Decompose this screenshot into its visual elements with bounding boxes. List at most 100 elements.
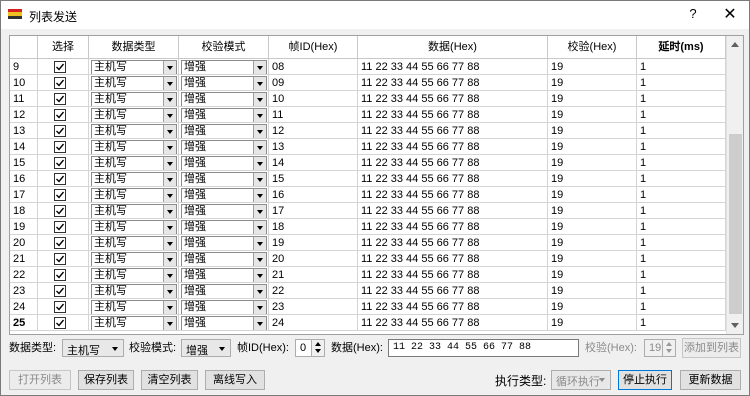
- chevron-down-icon[interactable]: [163, 189, 176, 202]
- row-data-type[interactable]: 主机写: [89, 155, 179, 171]
- row-data-type[interactable]: 主机写: [89, 203, 179, 219]
- row-check-mode[interactable]: 增强: [179, 315, 269, 331]
- table-row[interactable]: 23 主机写 增强 22 11 22 33 44 55 66 77 88 19 1: [10, 283, 726, 299]
- chevron-down-icon[interactable]: [163, 221, 176, 234]
- chevron-down-icon[interactable]: [253, 237, 266, 250]
- chevron-down-icon[interactable]: [253, 173, 266, 186]
- row-frame-id[interactable]: 15: [269, 171, 358, 187]
- row-frame-id[interactable]: 21: [269, 267, 358, 283]
- row-check-mode-select[interactable]: 增强: [181, 188, 267, 202]
- row-select[interactable]: [38, 123, 89, 139]
- vertical-scrollbar[interactable]: [726, 36, 743, 334]
- chevron-down-icon[interactable]: [163, 317, 176, 330]
- header-data-type[interactable]: 数据类型: [89, 36, 179, 58]
- row-delay[interactable]: 1: [637, 171, 726, 187]
- row-check-mode[interactable]: 增强: [179, 251, 269, 267]
- row-frame-id[interactable]: 08: [269, 59, 358, 75]
- table-row[interactable]: 11 主机写 增强 10 11 22 33 44 55 66 77 88 19 1: [10, 91, 726, 107]
- row-data-type[interactable]: 主机写: [89, 235, 179, 251]
- row-check-mode-select[interactable]: 增强: [181, 124, 267, 138]
- row-delay[interactable]: 1: [637, 75, 726, 91]
- row-checksum[interactable]: 19: [548, 267, 637, 283]
- row-check-mode-select[interactable]: 增强: [181, 300, 267, 314]
- table-row[interactable]: 9 主机写 增强 08 11 22 33 44 55 66 77 88 19 1: [10, 59, 726, 75]
- row-select[interactable]: [38, 107, 89, 123]
- row-select[interactable]: [38, 139, 89, 155]
- chevron-down-icon[interactable]: [253, 317, 266, 330]
- row-frame-id[interactable]: 20: [269, 251, 358, 267]
- row-check-mode[interactable]: 增强: [179, 283, 269, 299]
- table-row[interactable]: 13 主机写 增强 12 11 22 33 44 55 66 77 88 19 1: [10, 123, 726, 139]
- row-checksum[interactable]: 19: [548, 203, 637, 219]
- data-type-select[interactable]: 主机写: [62, 339, 124, 357]
- chevron-down-icon[interactable]: [163, 205, 176, 218]
- row-select[interactable]: [38, 315, 89, 331]
- chevron-down-icon[interactable]: [253, 285, 266, 298]
- row-check-mode[interactable]: 增强: [179, 107, 269, 123]
- chevron-down-icon[interactable]: [253, 77, 266, 90]
- row-select[interactable]: [38, 75, 89, 91]
- open-list-button[interactable]: 打开列表: [9, 370, 71, 390]
- row-check-mode[interactable]: 增强: [179, 203, 269, 219]
- row-data-type[interactable]: 主机写: [89, 107, 179, 123]
- header-check-mode[interactable]: 校验模式: [179, 36, 269, 58]
- checkbox-checked-icon[interactable]: [54, 93, 66, 105]
- row-checksum[interactable]: 19: [548, 251, 637, 267]
- row-checksum[interactable]: 19: [548, 155, 637, 171]
- row-delay[interactable]: 1: [637, 283, 726, 299]
- row-data-type[interactable]: 主机写: [89, 299, 179, 315]
- row-checksum[interactable]: 19: [548, 75, 637, 91]
- row-data[interactable]: 11 22 33 44 55 66 77 88: [358, 203, 548, 219]
- row-checksum[interactable]: 19: [548, 299, 637, 315]
- help-button[interactable]: ?: [683, 6, 703, 24]
- row-data[interactable]: 11 22 33 44 55 66 77 88: [358, 171, 548, 187]
- row-delay[interactable]: 1: [637, 251, 726, 267]
- row-delay[interactable]: 1: [637, 235, 726, 251]
- row-data-type-select[interactable]: 主机写: [91, 140, 177, 154]
- chevron-down-icon[interactable]: [163, 285, 176, 298]
- table-row[interactable]: 19 主机写 增强 18 11 22 33 44 55 66 77 88 19 1: [10, 219, 726, 235]
- row-frame-id[interactable]: 23: [269, 299, 358, 315]
- row-checksum[interactable]: 19: [548, 171, 637, 187]
- row-checksum[interactable]: 19: [548, 315, 637, 331]
- row-check-mode[interactable]: 增强: [179, 171, 269, 187]
- checkbox-checked-icon[interactable]: [54, 109, 66, 121]
- spin-arrows-icon[interactable]: [311, 340, 324, 356]
- row-data[interactable]: 11 22 33 44 55 66 77 88: [358, 107, 548, 123]
- row-data-type-select[interactable]: 主机写: [91, 300, 177, 314]
- row-check-mode-select[interactable]: 增强: [181, 220, 267, 234]
- row-frame-id[interactable]: 22: [269, 283, 358, 299]
- chevron-down-icon[interactable]: [253, 109, 266, 122]
- row-data-type[interactable]: 主机写: [89, 59, 179, 75]
- row-checksum[interactable]: 19: [548, 235, 637, 251]
- row-data-type-select[interactable]: 主机写: [91, 220, 177, 234]
- row-delay[interactable]: 1: [637, 299, 726, 315]
- row-data-type-select[interactable]: 主机写: [91, 252, 177, 266]
- row-check-mode-select[interactable]: 增强: [181, 236, 267, 250]
- row-check-mode[interactable]: 增强: [179, 59, 269, 75]
- row-data-type[interactable]: 主机写: [89, 91, 179, 107]
- row-delay[interactable]: 1: [637, 219, 726, 235]
- row-frame-id[interactable]: 24: [269, 315, 358, 331]
- table-row[interactable]: 21 主机写 增强 20 11 22 33 44 55 66 77 88 19 1: [10, 251, 726, 267]
- add-to-list-button[interactable]: 添加到列表: [682, 338, 741, 358]
- chevron-down-icon[interactable]: [253, 125, 266, 138]
- row-check-mode[interactable]: 增强: [179, 187, 269, 203]
- data-input[interactable]: 11 22 33 44 55 66 77 88: [388, 339, 579, 357]
- checkbox-checked-icon[interactable]: [54, 301, 66, 313]
- row-delay[interactable]: 1: [637, 59, 726, 75]
- checkbox-checked-icon[interactable]: [54, 317, 66, 329]
- row-check-mode[interactable]: 增强: [179, 123, 269, 139]
- chevron-down-icon[interactable]: [163, 173, 176, 186]
- row-data-type[interactable]: 主机写: [89, 123, 179, 139]
- row-data-type[interactable]: 主机写: [89, 139, 179, 155]
- row-checksum[interactable]: 19: [548, 107, 637, 123]
- row-frame-id[interactable]: 09: [269, 75, 358, 91]
- save-list-button[interactable]: 保存列表: [78, 370, 134, 390]
- header-checksum[interactable]: 校验(Hex): [548, 36, 637, 58]
- chevron-down-icon[interactable]: [163, 269, 176, 282]
- row-frame-id[interactable]: 12: [269, 123, 358, 139]
- table-row[interactable]: 17 主机写 增强 16 11 22 33 44 55 66 77 88 19 1: [10, 187, 726, 203]
- row-delay[interactable]: 1: [637, 187, 726, 203]
- row-check-mode-select[interactable]: 增强: [181, 204, 267, 218]
